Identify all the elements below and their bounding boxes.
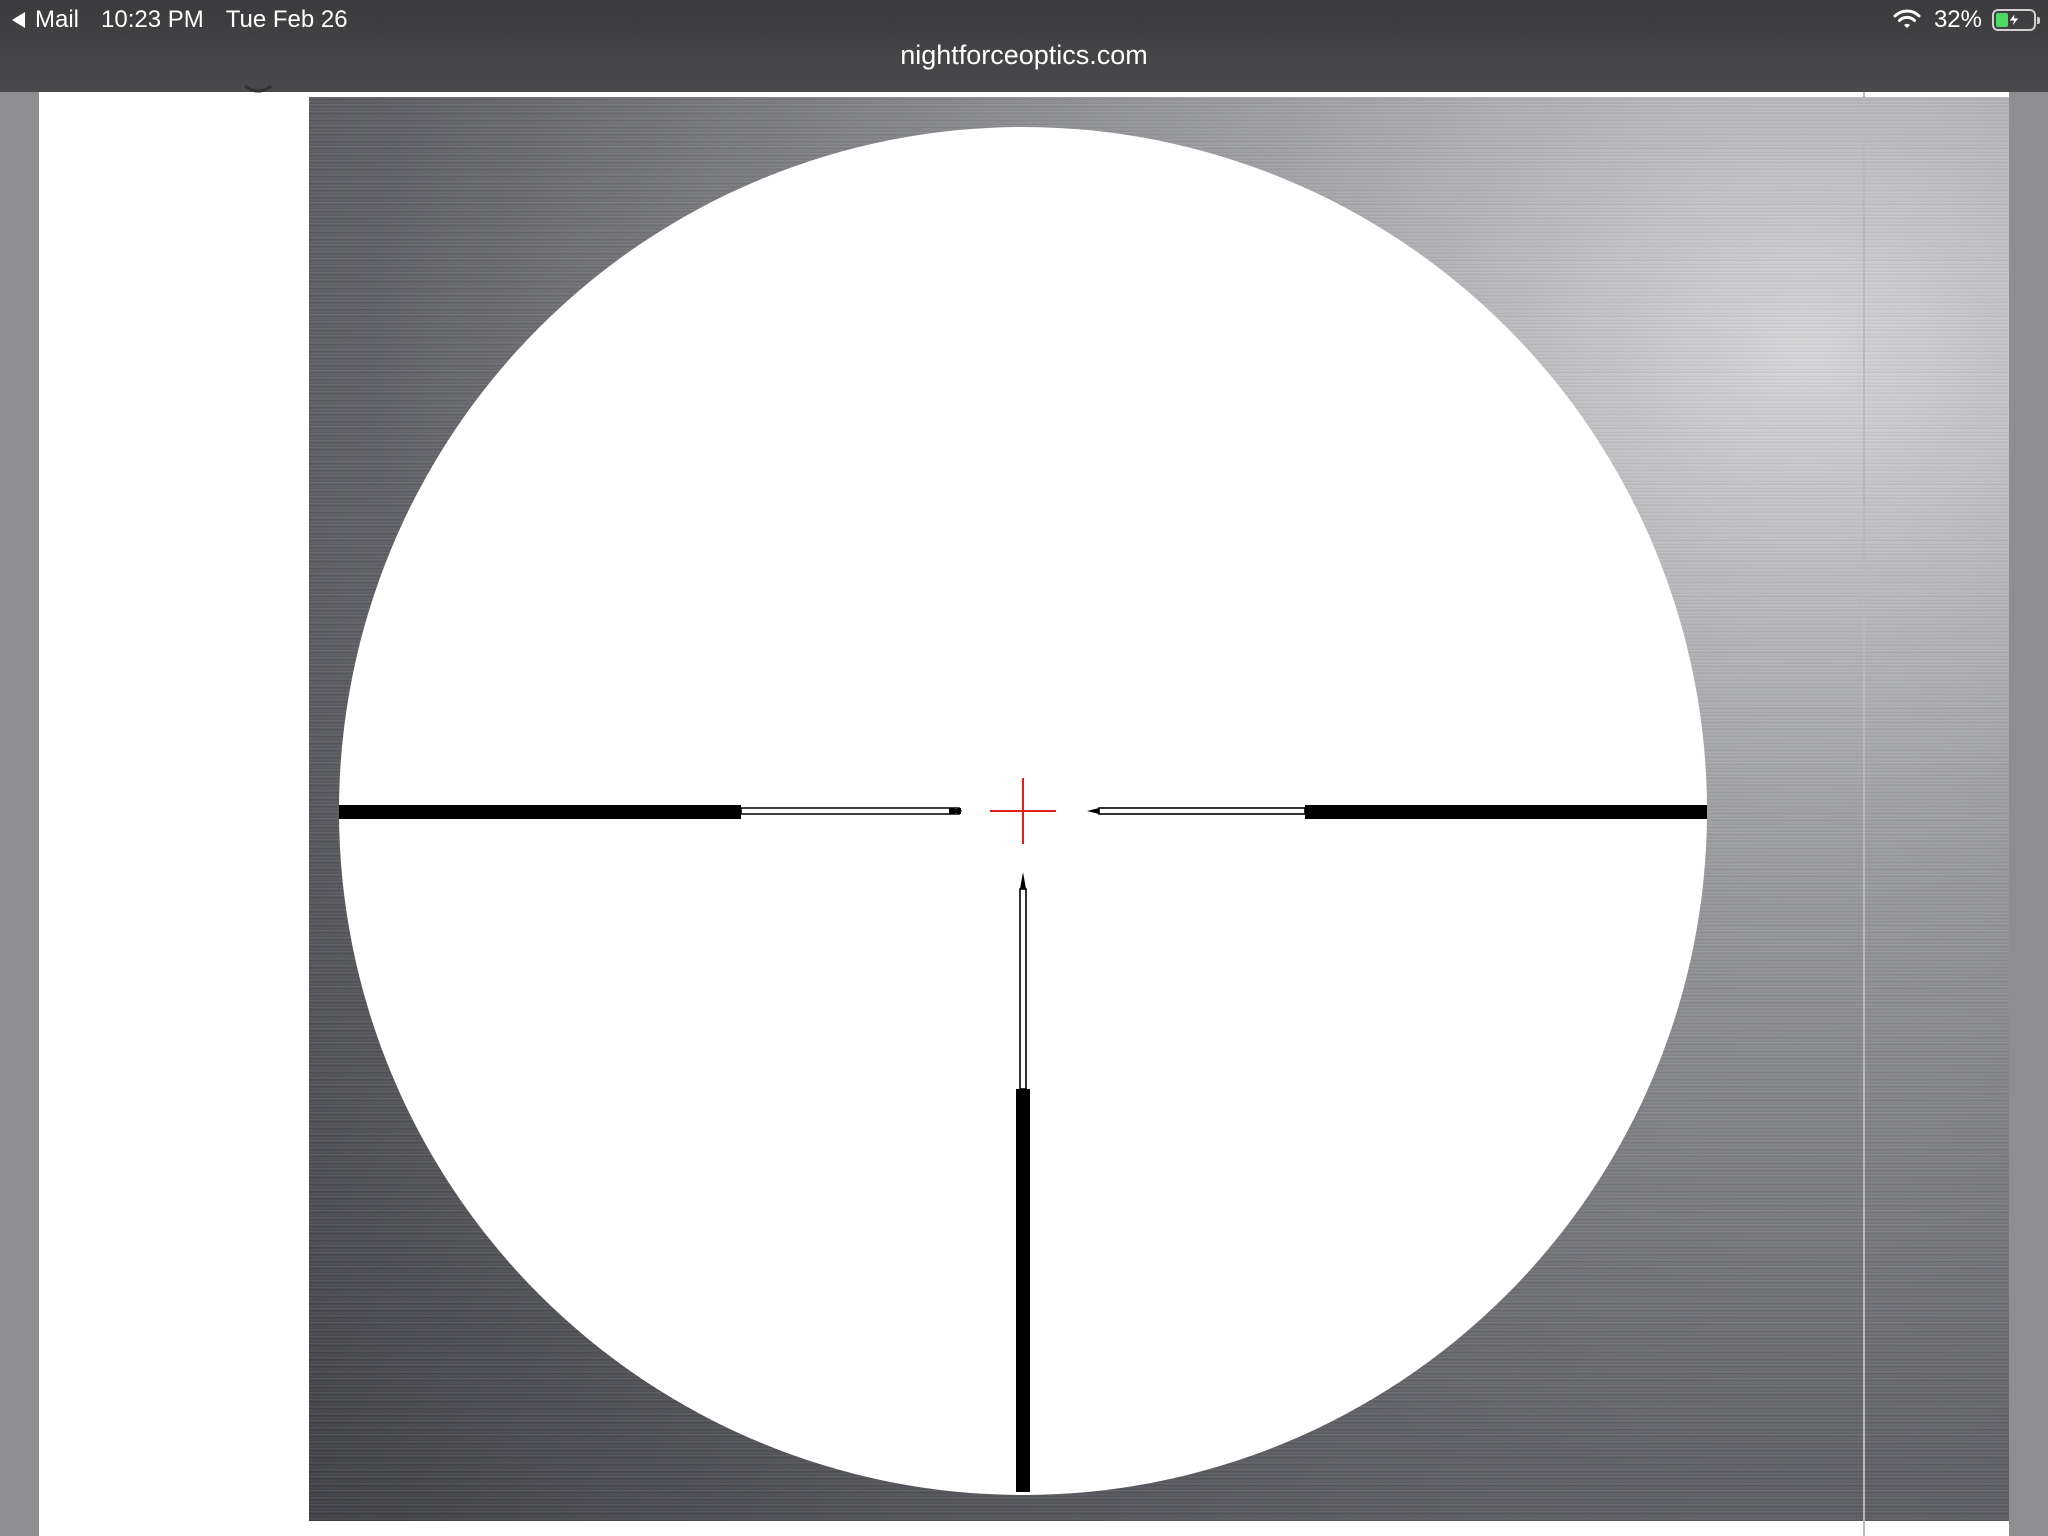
status-date: Tue Feb 26 bbox=[225, 6, 348, 33]
left-thin-wire bbox=[740, 807, 962, 815]
reticle-image bbox=[309, 97, 2009, 1521]
left-thick-post bbox=[339, 805, 741, 819]
battery-percentage: 32% bbox=[1933, 6, 1982, 33]
bottom-thick-post bbox=[1016, 1089, 1030, 1492]
address-bar-url[interactable]: nightforceoptics.com bbox=[0, 40, 2048, 71]
back-to-mail-link[interactable]: Mail bbox=[35, 6, 79, 34]
battery-icon bbox=[1992, 9, 2040, 31]
right-thick-post bbox=[1305, 805, 1707, 819]
status-left: Mail 10:23 PM Tue Feb 26 bbox=[12, 4, 348, 36]
wifi-icon bbox=[1893, 9, 1921, 28]
status-time: 10:23 PM bbox=[101, 6, 204, 33]
reticle-diagram bbox=[339, 127, 1707, 1495]
right-thin-wire bbox=[1098, 807, 1306, 815]
back-arrow-icon[interactable] bbox=[12, 12, 25, 28]
status-right: 32% bbox=[1892, 4, 2040, 36]
site-logo-fragment bbox=[244, 84, 272, 93]
bottom-thin-wire bbox=[1019, 888, 1027, 1090]
page-divider-line bbox=[1863, 92, 1865, 1536]
charging-bolt-icon bbox=[2008, 12, 2020, 28]
status-bar: Mail 10:23 PM Tue Feb 26 32% nightforceo… bbox=[0, 0, 2048, 92]
